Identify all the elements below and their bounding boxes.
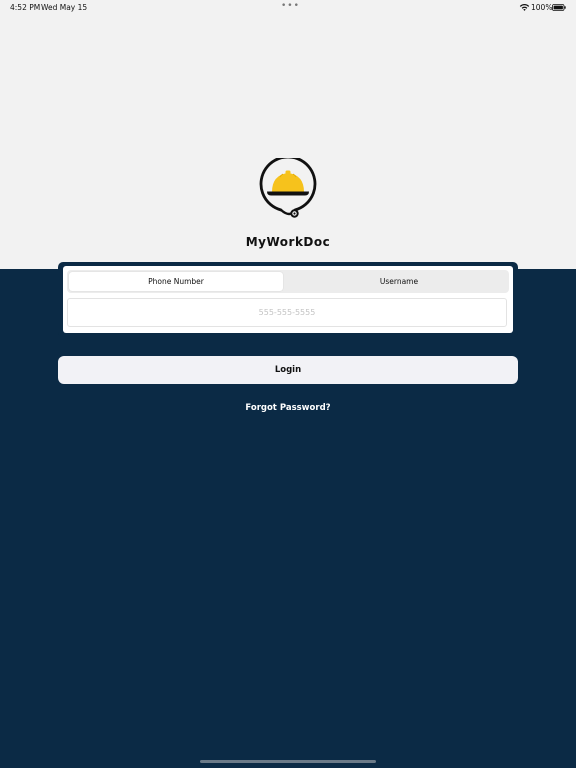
forgot-password-row: Forgot Password?	[0, 403, 576, 413]
hardhat-stethoscope-logo	[259, 158, 317, 218]
forgot-password-link[interactable]: Forgot Password?	[245, 403, 330, 413]
tab-username[interactable]: Username	[290, 272, 508, 291]
content-background	[0, 269, 576, 768]
phone-number-input[interactable]	[67, 298, 507, 327]
battery-percentage: 100%	[531, 3, 553, 12]
app-title: MyWorkDoc	[245, 235, 331, 249]
status-bar: 4:52 PM Wed May 15 ••• 100%	[0, 0, 576, 14]
multitasking-dots[interactable]: •••	[281, 1, 300, 11]
tab-phone-number[interactable]: Phone Number	[69, 272, 283, 291]
header-background	[0, 0, 576, 269]
wifi-icon	[519, 3, 530, 11]
login-button[interactable]: Login	[58, 356, 518, 384]
battery-icon	[552, 4, 566, 11]
status-time: 4:52 PM	[10, 3, 41, 12]
status-date: Wed May 15	[41, 3, 88, 12]
home-indicator[interactable]	[200, 760, 376, 763]
